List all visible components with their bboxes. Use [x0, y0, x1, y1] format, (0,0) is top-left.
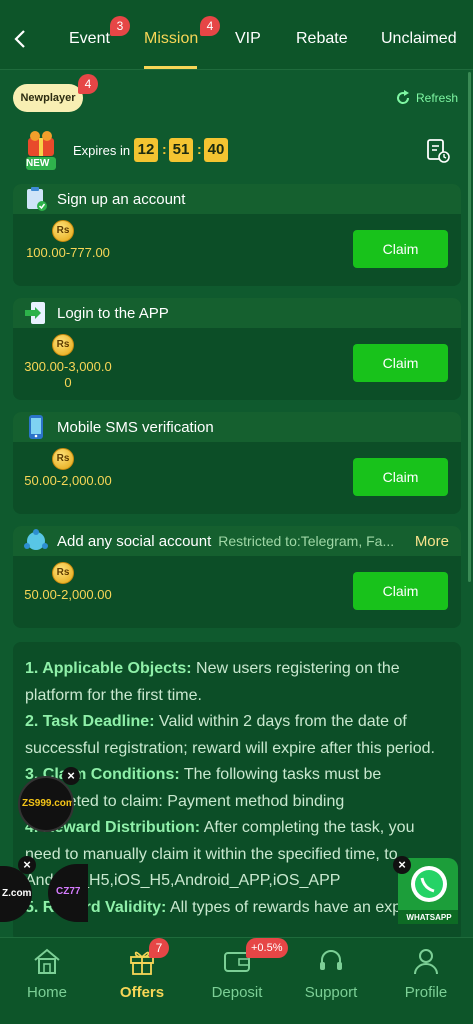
rule-item: 5. Reward Validity: All types of rewards… — [25, 898, 445, 916]
claim-button[interactable]: Claim — [353, 344, 448, 382]
task-reward: 100.00-777.00 — [26, 245, 110, 260]
rupee-coin-icon: Rs — [52, 220, 74, 242]
task-reward: 50.00-2,000.00 — [24, 587, 112, 602]
close-icon[interactable]: × — [18, 856, 36, 874]
rupee-coin-icon: Rs — [52, 334, 74, 356]
rule-item: 2. Task Deadline: Valid within 2 days fr… — [25, 713, 435, 757]
nav-profile[interactable]: Profile — [386, 938, 466, 1024]
rule-item: 4. Reward Distribution: After completing… — [25, 819, 415, 889]
promo-label: ZS999.com — [22, 798, 74, 809]
clipboard-check-icon — [27, 187, 47, 211]
nav-offers[interactable]: Offers — [102, 938, 182, 1024]
claim-button[interactable]: Claim — [353, 458, 448, 496]
expires-label: Expires in — [73, 143, 131, 158]
refresh-icon — [397, 90, 410, 104]
tab-vip[interactable]: VIP — [235, 30, 261, 48]
expiry-row: NEW Expires in 12 : 51 : 40 — [14, 128, 464, 172]
tab-rebate[interactable]: Rebate — [296, 30, 348, 48]
nav-label: Deposit — [211, 984, 263, 1001]
timer-seconds: 40 — [204, 138, 228, 162]
nav-label: Offers — [119, 984, 165, 1001]
rupee-coin-icon: Rs — [52, 562, 74, 584]
home-icon — [34, 948, 60, 974]
refresh-button[interactable]: Refresh — [394, 87, 458, 109]
timer-colon: : — [162, 141, 167, 157]
records-icon[interactable] — [426, 138, 450, 164]
promo-label: Z.com — [2, 888, 32, 899]
claim-button[interactable]: Claim — [353, 230, 448, 268]
close-icon[interactable]: × — [393, 856, 411, 874]
task-card-social: Add any social account Restricted to:Tel… — [13, 526, 461, 628]
tab-mission-badge: 4 — [200, 16, 220, 36]
bottom-navigation: Home Offers 7 Deposit +0.5% Support Prof… — [0, 937, 473, 1024]
whatsapp-label: WHATSAPP — [406, 913, 452, 922]
mobile-phone-icon — [29, 415, 43, 439]
task-title: Login to the APP — [57, 304, 169, 322]
tab-event[interactable]: Event — [69, 30, 110, 48]
user-icon — [414, 949, 438, 975]
nav-support[interactable]: Support — [291, 938, 371, 1024]
offers-badge: 7 — [149, 938, 169, 958]
tab-mission[interactable]: Mission — [144, 30, 198, 48]
tab-unclaimed[interactable]: Unclaimed — [381, 30, 457, 48]
nav-label: Support — [304, 984, 358, 1001]
nav-home[interactable]: Home — [7, 938, 87, 1024]
login-app-icon — [25, 302, 45, 324]
task-reward: 50.00-2,000.00 — [24, 473, 112, 488]
newplayer-badge: 4 — [78, 74, 98, 94]
task-title: Mobile SMS verification — [57, 418, 214, 436]
task-card-sms: Mobile SMS verification Rs 50.00-2,000.0… — [13, 412, 461, 514]
nav-label: Profile — [404, 984, 448, 1001]
newplayer-filter-chip[interactable]: Newplayer — [13, 84, 83, 112]
deposit-bonus-badge: +0.5% — [246, 938, 288, 958]
scrollbar[interactable] — [468, 72, 471, 582]
floating-promo-zs999[interactable]: ZS999.com — [18, 776, 74, 832]
nav-label: Home — [26, 984, 67, 1001]
task-restriction: Restricted to:Telegram, Fa... — [218, 533, 395, 549]
social-network-icon — [24, 529, 48, 550]
task-card-login: Login to the APP Rs 300.00-3,000.00 Clai… — [13, 298, 461, 400]
more-link[interactable]: More — [415, 533, 449, 550]
active-tab-indicator — [144, 66, 197, 69]
task-title: Sign up an account — [57, 190, 186, 208]
promo-label: CZ77 — [56, 886, 81, 897]
rule-item: 3. Claim Conditions: The following tasks… — [25, 766, 382, 810]
tab-event-badge: 3 — [110, 16, 130, 36]
timer-hours: 12 — [134, 138, 158, 162]
task-title: Add any social account — [57, 532, 212, 550]
timer-minutes: 51 — [169, 138, 193, 162]
timer-colon: : — [197, 141, 202, 157]
headset-icon — [320, 950, 342, 970]
new-tag: NEW — [26, 158, 50, 169]
rule-item: 1. Applicable Objects: New users registe… — [25, 660, 400, 704]
task-reward: 300.00-3,000.00 — [24, 359, 112, 390]
claim-button[interactable]: Claim — [353, 572, 448, 610]
back-arrow-icon[interactable] — [10, 26, 30, 52]
task-card-signup: Sign up an account Rs 100.00-777.00 Clai… — [13, 184, 461, 286]
rupee-coin-icon: Rs — [52, 448, 74, 470]
top-tab-bar: Event 3 Mission 4 VIP Rebate Unclaimed — [0, 0, 473, 70]
refresh-label: Refresh — [416, 91, 459, 105]
close-icon[interactable]: × — [62, 767, 80, 785]
